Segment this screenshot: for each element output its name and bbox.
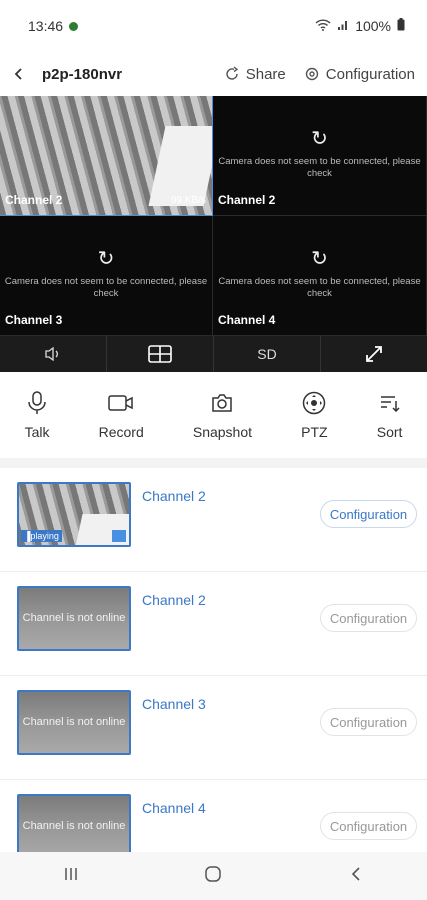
video-cell-1[interactable]: Channel 2 99 KB/s bbox=[0, 96, 213, 216]
disconnected-message: Camera does not seem to be connected, pl… bbox=[218, 156, 421, 179]
reload-icon[interactable]: ↻ bbox=[213, 126, 426, 151]
video-cell-3[interactable]: ↻ Camera does not seem to be connected, … bbox=[0, 216, 213, 336]
quality-label: SD bbox=[257, 346, 277, 362]
reload-icon[interactable]: ↻ bbox=[0, 246, 212, 271]
channel-name: Channel 2 bbox=[142, 488, 206, 504]
chevron-left-icon bbox=[351, 866, 360, 881]
thumbnail-camera-icon bbox=[112, 530, 126, 542]
offline-text: Channel is not online bbox=[22, 820, 126, 832]
channel-list: ▐playing Channel 2 Configuration Channel… bbox=[0, 468, 427, 852]
sort-label: Sort bbox=[376, 424, 403, 440]
video-control-bar: SD bbox=[0, 336, 427, 372]
chevron-left-icon bbox=[14, 68, 22, 80]
video-cell-2[interactable]: ↻ Camera does not seem to be connected, … bbox=[213, 96, 427, 216]
share-button[interactable]: Share bbox=[224, 66, 286, 83]
channel-configuration-button[interactable]: Configuration bbox=[320, 708, 417, 736]
recents-icon bbox=[65, 867, 77, 880]
channel-thumbnail[interactable]: Channel is not online bbox=[17, 586, 131, 651]
channel-name: Channel 2 bbox=[142, 592, 206, 608]
cell-channel-name: Channel 2 bbox=[218, 193, 276, 207]
cell-channel-name: Channel 3 bbox=[5, 313, 63, 327]
list-item[interactable]: Channel is not online Channel 4 Configur… bbox=[0, 780, 427, 852]
status-bar: 13:46 100% bbox=[0, 0, 427, 52]
sort-button[interactable]: Sort bbox=[376, 390, 403, 440]
offline-text: Channel is not online bbox=[22, 612, 126, 624]
reload-icon[interactable]: ↻ bbox=[213, 246, 426, 271]
video-grid: Channel 2 99 KB/s ↻ Camera does not seem… bbox=[0, 96, 427, 336]
share-label: Share bbox=[245, 65, 286, 83]
channel-thumbnail[interactable]: ▐playing bbox=[17, 482, 131, 547]
app-bar: p2p-180nvr Share Configuration bbox=[0, 52, 427, 96]
share-icon bbox=[226, 66, 238, 80]
status-right: 100% bbox=[315, 18, 405, 34]
snapshot-button[interactable]: Snapshot bbox=[193, 390, 252, 440]
speaker-icon bbox=[45, 346, 58, 362]
page-title: p2p-180nvr bbox=[42, 65, 123, 83]
expand-icon bbox=[366, 346, 382, 362]
fullscreen-button[interactable] bbox=[321, 336, 427, 372]
playing-badge: ▐playing bbox=[21, 530, 62, 542]
disconnected-message: Camera does not seem to be connected, pl… bbox=[4, 276, 208, 299]
talk-label: Talk bbox=[24, 424, 50, 440]
cell-channel-name: Channel 2 bbox=[5, 193, 63, 207]
list-item[interactable]: Channel is not online Channel 2 Configur… bbox=[0, 572, 427, 676]
list-item[interactable]: Channel is not online Channel 3 Configur… bbox=[0, 676, 427, 780]
notification-icon bbox=[69, 21, 79, 31]
quality-button[interactable]: SD bbox=[214, 336, 321, 372]
channel-configuration-button[interactable]: Configuration bbox=[320, 500, 417, 528]
cell-channel-name: Channel 4 bbox=[218, 313, 276, 327]
talk-button[interactable]: Talk bbox=[24, 390, 50, 440]
video-cell-4[interactable]: ↻ Camera does not seem to be connected, … bbox=[213, 216, 427, 336]
signal-icon bbox=[337, 18, 349, 34]
microphone-icon bbox=[27, 390, 47, 416]
configuration-label: Configuration bbox=[325, 65, 415, 83]
channel-configuration-button[interactable]: Configuration bbox=[320, 604, 417, 632]
home-button[interactable] bbox=[173, 865, 253, 888]
channel-name: Channel 3 bbox=[142, 696, 206, 712]
gear-icon bbox=[305, 67, 318, 81]
camera-icon bbox=[211, 390, 233, 416]
channel-thumbnail[interactable]: Channel is not online bbox=[17, 794, 131, 852]
playing-badge-text: playing bbox=[30, 531, 59, 541]
wifi-icon bbox=[315, 18, 331, 34]
channel-configuration-button[interactable]: Configuration bbox=[320, 812, 417, 840]
channel-thumbnail[interactable]: Channel is not online bbox=[17, 690, 131, 755]
back-button[interactable] bbox=[12, 61, 36, 87]
grid-layout-icon bbox=[148, 345, 172, 363]
sort-icon bbox=[380, 390, 400, 416]
mute-button[interactable] bbox=[0, 336, 107, 372]
bitrate-readout: 99 KB/s bbox=[170, 195, 206, 206]
list-item[interactable]: ▐playing Channel 2 Configuration bbox=[0, 468, 427, 572]
video-camera-icon bbox=[108, 390, 134, 416]
configuration-button[interactable]: Configuration bbox=[304, 66, 415, 83]
battery-percent: 100% bbox=[355, 18, 391, 34]
recents-button[interactable] bbox=[31, 866, 111, 887]
channel-name: Channel 4 bbox=[142, 800, 206, 816]
status-time: 13:46 bbox=[28, 18, 64, 34]
disconnected-message: Camera does not seem to be connected, pl… bbox=[218, 276, 421, 299]
snapshot-label: Snapshot bbox=[192, 424, 253, 440]
section-divider bbox=[0, 458, 427, 468]
ptz-icon bbox=[302, 390, 326, 416]
record-label: Record bbox=[98, 424, 144, 440]
system-back-button[interactable] bbox=[316, 866, 396, 887]
system-nav-bar bbox=[0, 852, 427, 900]
header-actions: Share Configuration bbox=[224, 66, 415, 83]
ptz-label: PTZ bbox=[301, 424, 328, 440]
layout-button[interactable] bbox=[107, 336, 214, 372]
offline-text: Channel is not online bbox=[22, 716, 126, 728]
record-button[interactable]: Record bbox=[99, 390, 144, 440]
ptz-button[interactable]: PTZ bbox=[301, 390, 328, 440]
battery-icon bbox=[397, 18, 405, 34]
tool-bar: Talk Record Snapshot PTZ Sort bbox=[0, 372, 427, 458]
home-icon bbox=[205, 865, 222, 882]
